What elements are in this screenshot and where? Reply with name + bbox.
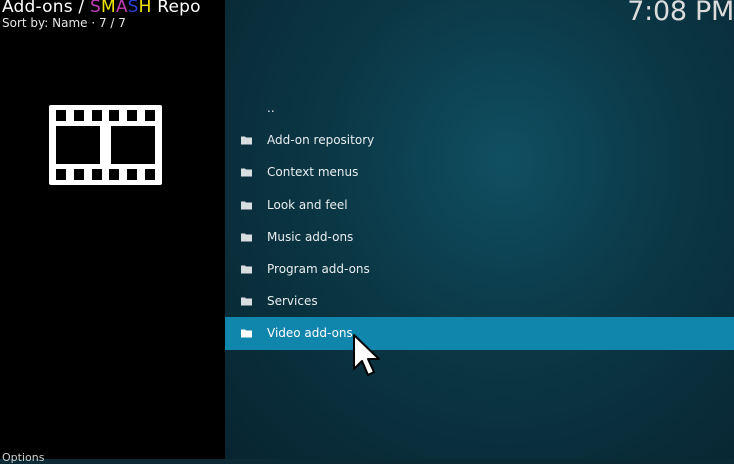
- addon-category-list: .. Add-on repository Context menus Look …: [225, 92, 734, 350]
- mouse-pointer-icon: [353, 334, 380, 376]
- options-label[interactable]: Options: [2, 451, 44, 464]
- list-item-context-menus[interactable]: Context menus: [225, 156, 734, 188]
- folder-icon: [241, 265, 252, 274]
- folder-icon: [241, 201, 252, 210]
- repo-letter: M: [100, 0, 116, 17]
- page-title: Add-ons / SMASH Repo: [2, 0, 201, 17]
- film-strip-icon: [49, 105, 162, 185]
- list-item-label: Music add-ons: [267, 229, 354, 244]
- title-suffix: Repo: [151, 0, 201, 17]
- list-item-label: Video add-ons: [267, 326, 353, 341]
- clock: 7:08 PM: [627, 0, 734, 27]
- list-item-look-and-feel[interactable]: Look and feel: [225, 189, 734, 221]
- repo-letter: A: [115, 0, 128, 17]
- folder-icon: [241, 297, 252, 306]
- repo-letter: H: [138, 0, 152, 17]
- list-item-addon-repository[interactable]: Add-on repository: [225, 124, 734, 156]
- folder-icon: [241, 136, 252, 145]
- repo-letter: S: [89, 0, 101, 17]
- list-item-label: Services: [267, 294, 318, 309]
- sort-status: Sort by: Name · 7 / 7: [2, 16, 126, 30]
- sidebar: Options: [0, 0, 225, 464]
- title-prefix: Add-ons /: [2, 0, 90, 17]
- list-item-parent[interactable]: ..: [225, 92, 734, 124]
- folder-icon: [241, 233, 252, 242]
- list-item-services[interactable]: Services: [225, 285, 734, 317]
- list-item-label: Context menus: [267, 165, 359, 180]
- list-item-program-addons[interactable]: Program add-ons: [225, 253, 734, 285]
- list-item-label: ..: [267, 101, 275, 116]
- list-item-label: Add-on repository: [267, 133, 375, 148]
- repo-letter: S: [127, 0, 139, 17]
- folder-icon: [241, 168, 252, 177]
- folder-icon: [241, 329, 252, 338]
- list-item-music-addons[interactable]: Music add-ons: [225, 221, 734, 253]
- list-item-label: Program add-ons: [267, 262, 370, 277]
- list-item-video-addons[interactable]: Video add-ons: [225, 317, 734, 350]
- list-item-label: Look and feel: [267, 197, 348, 212]
